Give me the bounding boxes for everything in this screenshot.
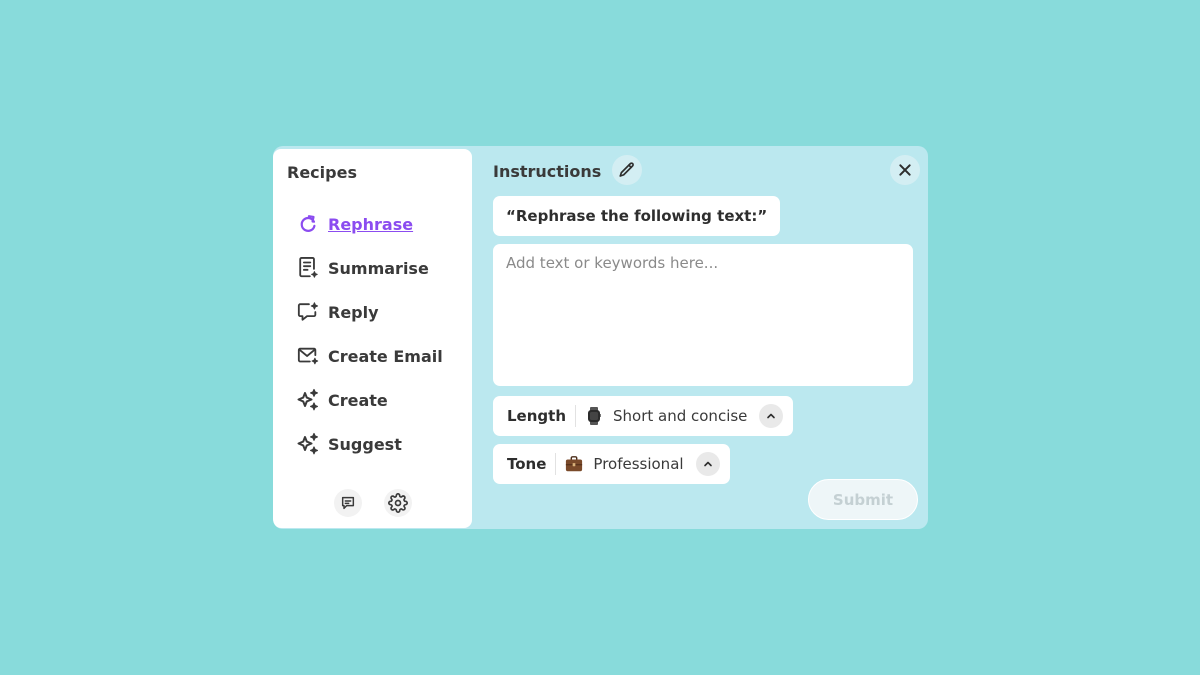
submit-button[interactable]: Submit <box>808 479 918 520</box>
instruction-prompt: “Rephrase the following text:” <box>493 196 781 236</box>
option-label: Length <box>507 407 566 425</box>
email-icon <box>295 343 321 369</box>
document-icon <box>295 255 321 281</box>
recipe-reply[interactable]: Reply <box>295 298 379 326</box>
tone-option[interactable]: Tone Professional <box>493 444 730 484</box>
sidebar: Recipes Rephrase Summarise Reply Create … <box>273 149 472 528</box>
recipe-label: Create Email <box>328 346 443 366</box>
sparkle-icon <box>295 387 321 413</box>
sparkle-icon <box>295 431 321 457</box>
recipe-label: Reply <box>328 302 379 322</box>
recipe-rephrase[interactable]: Rephrase <box>295 210 413 238</box>
recipe-create-email[interactable]: Create Email <box>295 342 443 370</box>
edit-instructions-button[interactable] <box>612 155 642 185</box>
chevron-up-icon[interactable] <box>695 452 720 476</box>
option-divider <box>575 405 576 427</box>
sidebar-title: Recipes <box>287 163 357 182</box>
recipe-label: Rephrase <box>328 214 414 234</box>
length-option[interactable]: Length Short and concise <box>493 396 794 436</box>
option-label: Tone <box>507 455 547 473</box>
instructions-title: Instructions <box>493 162 602 181</box>
close-button[interactable] <box>890 155 920 185</box>
chevron-up-icon[interactable] <box>759 404 784 428</box>
recipe-label: Suggest <box>328 434 402 454</box>
recipe-label: Create <box>328 390 388 410</box>
recipes-panel: Recipes Rephrase Summarise Reply Create … <box>273 146 928 529</box>
gear-icon <box>388 493 408 513</box>
watch-icon <box>585 407 603 425</box>
reply-icon <box>295 299 321 325</box>
option-value: Professional <box>593 455 684 473</box>
rephrase-icon <box>295 211 321 237</box>
text-input[interactable] <box>493 244 913 386</box>
option-value: Short and concise <box>613 407 748 425</box>
pencil-icon <box>618 161 636 179</box>
close-icon <box>897 162 913 178</box>
recipe-summarise[interactable]: Summarise <box>295 254 429 282</box>
feedback-icon <box>340 495 356 511</box>
recipe-label: Summarise <box>328 258 429 278</box>
feedback-button[interactable] <box>334 489 362 517</box>
recipe-suggest[interactable]: Suggest <box>295 430 402 458</box>
option-divider <box>555 453 557 475</box>
settings-button[interactable] <box>384 489 412 517</box>
recipe-create[interactable]: Create <box>295 386 388 414</box>
briefcase-icon <box>565 455 583 473</box>
